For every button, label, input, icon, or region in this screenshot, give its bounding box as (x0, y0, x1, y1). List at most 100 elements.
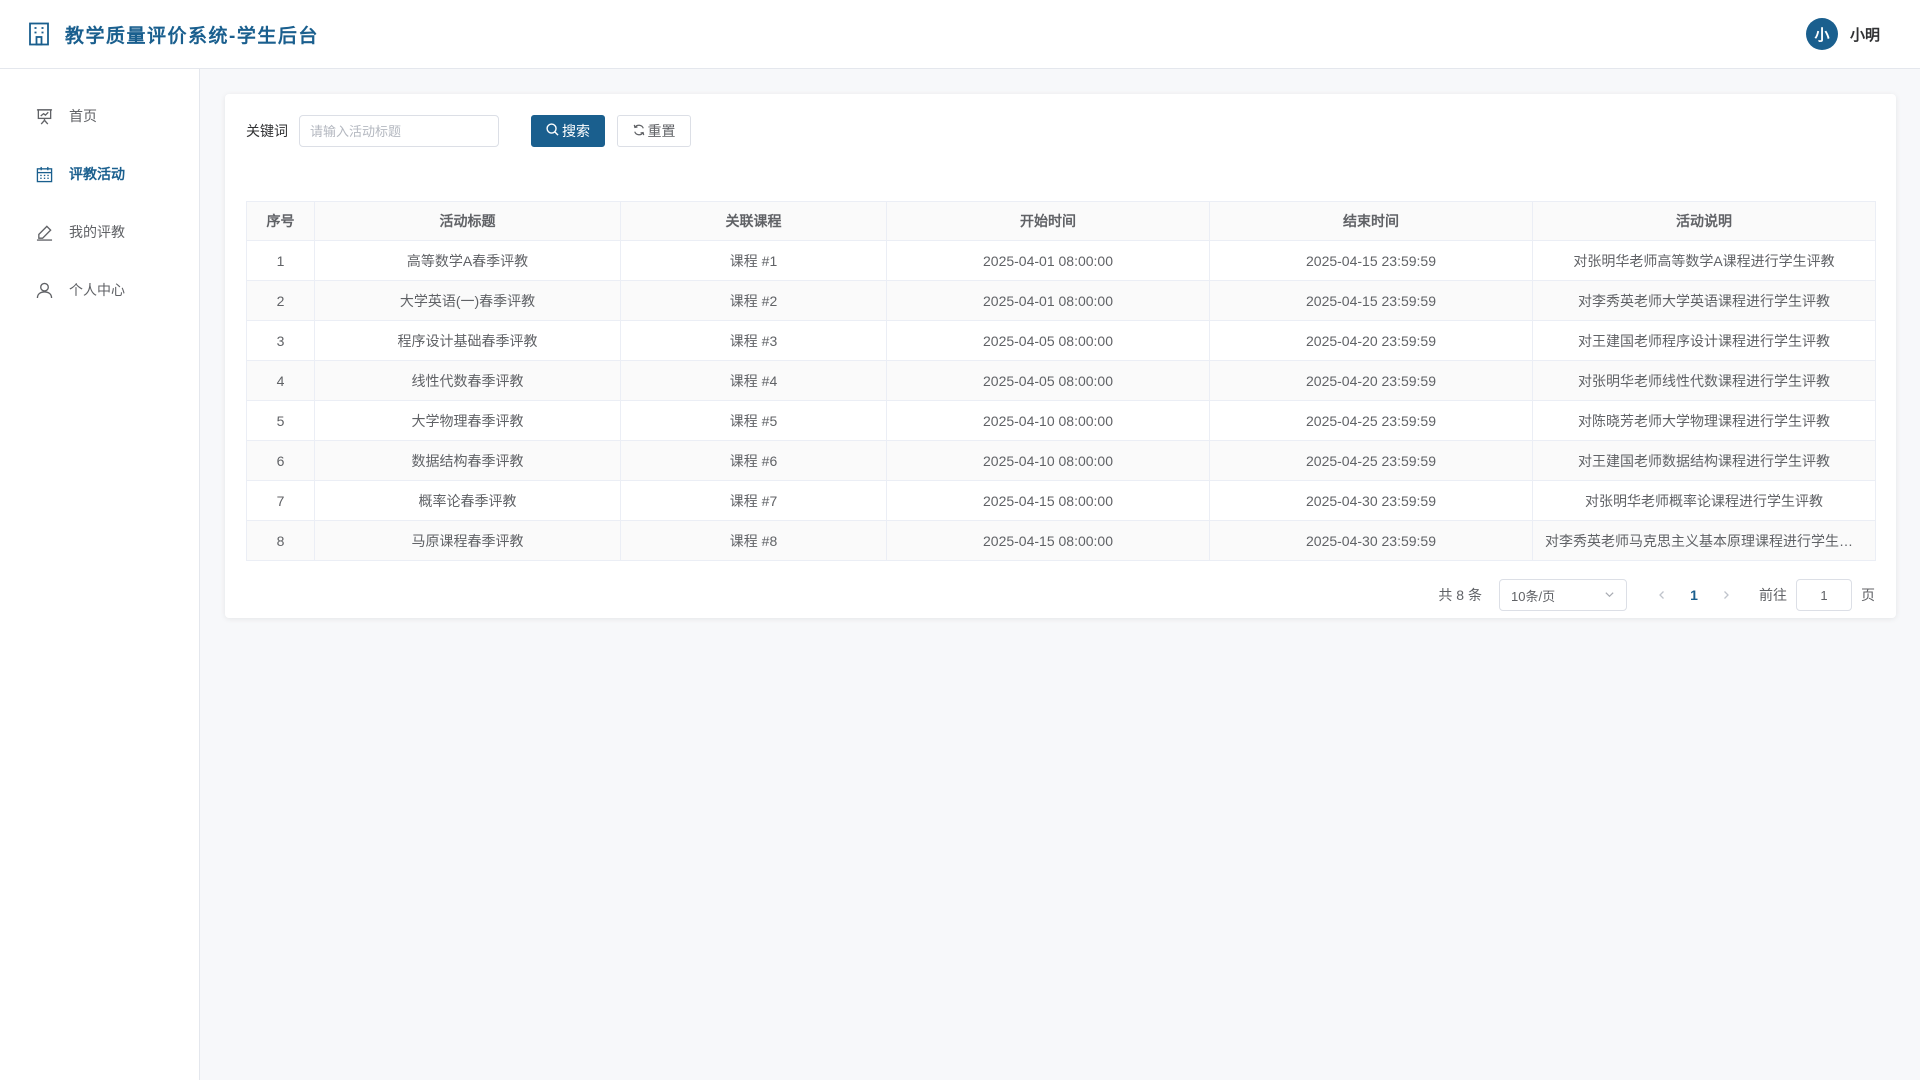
chevron-right-icon (1724, 591, 1729, 599)
edit-pen-icon (35, 223, 53, 241)
activity-title-cell: 程序设计基础春季评教 (314, 320, 621, 361)
brand: 教学质量评价系统-学生后台 (27, 21, 319, 48)
column-header[interactable]: 序号 (246, 201, 315, 241)
start-time-cell: 2025-04-10 08:00:00 (886, 400, 1210, 441)
end-time-cell: 2025-04-20 23:59:59 (1209, 360, 1533, 401)
start-time-cell: 2025-04-01 08:00:00 (886, 240, 1210, 281)
row-index-cell: 8 (246, 520, 315, 561)
next-page-button[interactable] (1712, 581, 1740, 609)
search-button[interactable]: 搜索 (531, 115, 605, 147)
start-time-cell: 2025-04-15 08:00:00 (886, 520, 1210, 561)
activity-list-card: 关键词 搜索 重置 序号 (225, 94, 1896, 618)
linked-course-cell: 课程 #4 (620, 360, 887, 401)
linked-course-cell: 课程 #5 (620, 400, 887, 441)
activity-description-cell: 对李秀英老师大学英语课程进行学生评教 (1532, 280, 1876, 321)
calendar-icon (35, 165, 53, 183)
activity-title-cell: 马原课程春季评教 (314, 520, 621, 561)
goto-page-input[interactable] (1796, 579, 1852, 611)
sidebar-item-home[interactable]: 首页 (0, 87, 199, 145)
sidebar-item-profile[interactable]: 个人中心 (0, 261, 199, 319)
activity-title-cell: 大学物理春季评教 (314, 400, 621, 441)
end-time-cell: 2025-04-15 23:59:59 (1209, 280, 1533, 321)
avatar[interactable]: 小 (1805, 18, 1838, 50)
start-time-cell: 2025-04-05 08:00:00 (886, 320, 1210, 361)
page-size-select[interactable]: 10条/页 (1499, 579, 1627, 611)
user-menu[interactable]: 小 小明 (1805, 18, 1893, 50)
prev-page-button[interactable] (1648, 581, 1676, 609)
row-index-cell: 4 (246, 360, 315, 401)
row-index-cell: 5 (246, 400, 315, 441)
linked-course-cell: 课程 #3 (620, 320, 887, 361)
linked-course-cell: 课程 #2 (620, 280, 887, 321)
activity-description-cell: 对陈晓芳老师大学物理课程进行学生评教 (1532, 400, 1876, 441)
activity-title-cell: 概率论春季评教 (314, 480, 621, 521)
page-number-current[interactable]: 1 (1680, 587, 1708, 603)
row-index-cell: 7 (246, 480, 315, 521)
row-index-cell: 6 (246, 440, 315, 481)
start-time-cell: 2025-04-05 08:00:00 (886, 360, 1210, 401)
chevron-left-icon (1659, 591, 1664, 599)
column-header[interactable]: 活动说明 (1532, 201, 1876, 241)
building-icon (27, 21, 51, 47)
total-count: 共 8 条 (1438, 587, 1482, 603)
row-index-cell: 1 (246, 240, 315, 281)
table-header-row: 序号 活动标题 关联课程 开始时间 结束时间 活动说明 (246, 201, 1876, 241)
column-header[interactable]: 活动标题 (314, 201, 621, 241)
table-row[interactable]: 6 数据结构春季评教 课程 #6 2025-04-10 08:00:00 2025-04… (246, 440, 1876, 481)
activity-description-cell: 对张明华老师线性代数课程进行学生评教 (1532, 360, 1876, 401)
username[interactable]: 小明 (1850, 24, 1880, 45)
end-time-cell: 2025-04-30 23:59:59 (1209, 520, 1533, 561)
activity-description-cell: 对张明华老师高等数学A课程进行学生评教 (1532, 240, 1876, 281)
table-row[interactable]: 5 大学物理春季评教 课程 #5 2025-04-10 08:00:00 2025-04… (246, 400, 1876, 441)
table-row[interactable]: 3 程序设计基础春季评教 课程 #3 2025-04-05 08:00:00 2025-… (246, 320, 1876, 361)
sidebar: 首页 评教活动 我的评教 个人中心 (0, 69, 200, 1080)
table-row[interactable]: 8 马原课程春季评教 课程 #8 2025-04-15 08:00:00 2025-04… (246, 520, 1876, 561)
chevron-down-icon (1604, 588, 1615, 603)
sidebar-item-my-evaluations[interactable]: 我的评教 (0, 203, 199, 261)
sidebar-item-label: 个人中心 (69, 282, 125, 298)
end-time-cell: 2025-04-30 23:59:59 (1209, 480, 1533, 521)
table-row[interactable]: 7 概率论春季评教 课程 #7 2025-04-15 08:00:00 2025-04-… (246, 480, 1876, 521)
row-index-cell: 3 (246, 320, 315, 361)
row-index-cell: 2 (246, 280, 315, 321)
activity-description-cell: 对李秀英老师马克思主义基本原理课程进行学生评教 (1532, 520, 1876, 561)
keyword-label: 关键词 (246, 123, 288, 139)
end-time-cell: 2025-04-25 23:59:59 (1209, 400, 1533, 441)
sidebar-item-activities[interactable]: 评教活动 (0, 145, 199, 203)
column-header[interactable]: 开始时间 (886, 201, 1210, 241)
end-time-cell: 2025-04-20 23:59:59 (1209, 320, 1533, 361)
activity-title-cell: 高等数学A春季评教 (314, 240, 621, 281)
app-title: 教学质量评价系统-学生后台 (65, 25, 319, 47)
presentation-board-icon (35, 107, 53, 125)
top-header: 教学质量评价系统-学生后台 小 小明 (0, 0, 1920, 69)
activity-title-cell: 大学英语(一)春季评教 (314, 280, 621, 321)
end-time-cell: 2025-04-15 23:59:59 (1209, 240, 1533, 281)
reset-button[interactable]: 重置 (617, 115, 691, 147)
start-time-cell: 2025-04-01 08:00:00 (886, 280, 1210, 321)
page-size-value: 10条/页 (1511, 588, 1556, 604)
table-row[interactable]: 1 高等数学A春季评教 课程 #1 2025-04-01 08:00:00 2025-0… (246, 240, 1876, 281)
sidebar-item-label: 评教活动 (69, 166, 125, 182)
linked-course-cell: 课程 #7 (620, 480, 887, 521)
activity-title-cell: 线性代数春季评教 (314, 360, 621, 401)
start-time-cell: 2025-04-15 08:00:00 (886, 480, 1210, 521)
pagination: 共 8 条 10条/页 1 前往 页 (246, 579, 1875, 611)
activity-title-cell: 数据结构春季评教 (314, 440, 621, 481)
column-header[interactable]: 结束时间 (1209, 201, 1533, 241)
table-row[interactable]: 2 大学英语(一)春季评教 课程 #2 2025-04-01 08:00:00 2025… (246, 280, 1876, 321)
refresh-icon (633, 123, 645, 139)
column-header[interactable]: 关联课程 (620, 201, 887, 241)
user-icon (35, 281, 53, 299)
table-row[interactable]: 4 线性代数春季评教 课程 #4 2025-04-05 08:00:00 2025-04… (246, 360, 1876, 401)
end-time-cell: 2025-04-25 23:59:59 (1209, 440, 1533, 481)
activity-table: 序号 活动标题 关联课程 开始时间 结束时间 活动说明 1 高等数学A春季评教 课程… (246, 201, 1876, 561)
activity-description-cell: 对张明华老师概率论课程进行学生评教 (1532, 480, 1876, 521)
sidebar-item-label: 首页 (69, 108, 97, 124)
keyword-input[interactable] (299, 115, 499, 147)
sidebar-item-label: 我的评教 (69, 224, 125, 240)
search-filter: 关键词 搜索 重置 (246, 115, 1875, 147)
search-button-label: 搜索 (562, 123, 590, 139)
activity-description-cell: 对王建国老师数据结构课程进行学生评教 (1532, 440, 1876, 481)
reset-button-label: 重置 (647, 123, 676, 139)
linked-course-cell: 课程 #1 (620, 240, 887, 281)
